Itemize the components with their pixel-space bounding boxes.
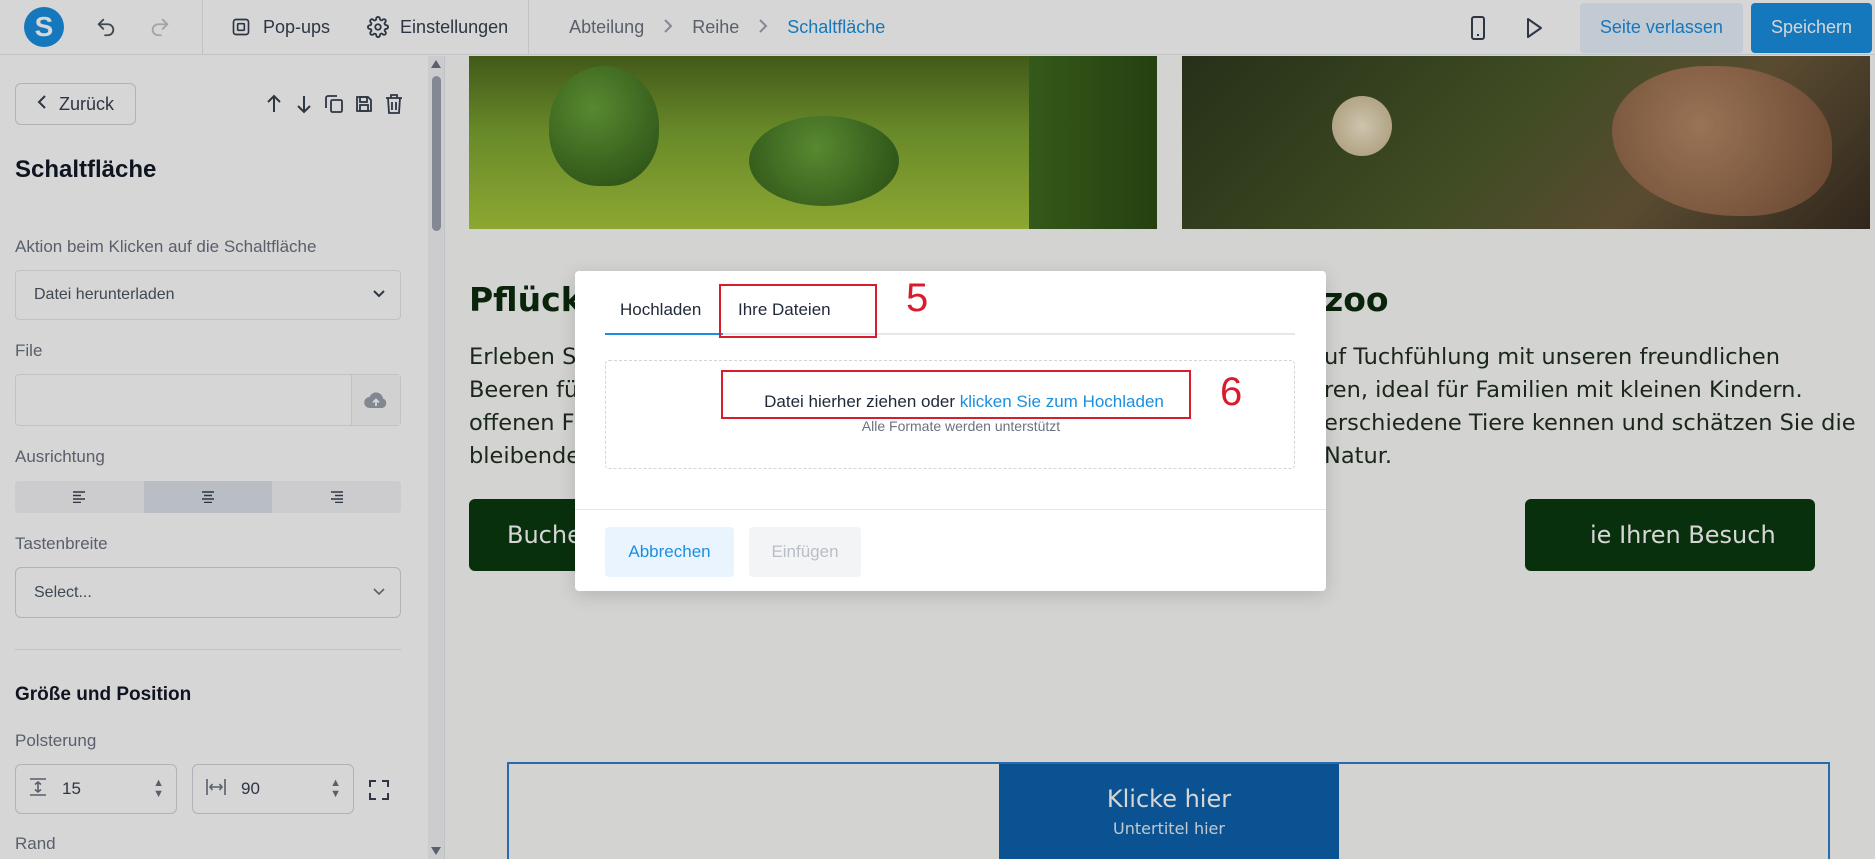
- cancel-button[interactable]: Abbrechen: [605, 527, 734, 577]
- insert-button[interactable]: Einfügen: [749, 527, 861, 577]
- file-upload-dialog: Hochladen Ihre Dateien Datei hierher zie…: [575, 271, 1326, 591]
- annotation-number-6: 6: [1220, 370, 1243, 414]
- active-tab-indicator: [605, 333, 723, 335]
- dropzone-subtext: Alle Formate werden unterstützt: [861, 418, 1061, 434]
- annotation-number-5: 5: [906, 276, 929, 320]
- dialog-tabs: Hochladen Ihre Dateien: [605, 285, 1295, 335]
- tab-upload[interactable]: Hochladen: [620, 285, 701, 335]
- annotation-box-6: [721, 370, 1191, 419]
- dialog-divider: [575, 509, 1326, 510]
- annotation-box-5: [719, 284, 877, 338]
